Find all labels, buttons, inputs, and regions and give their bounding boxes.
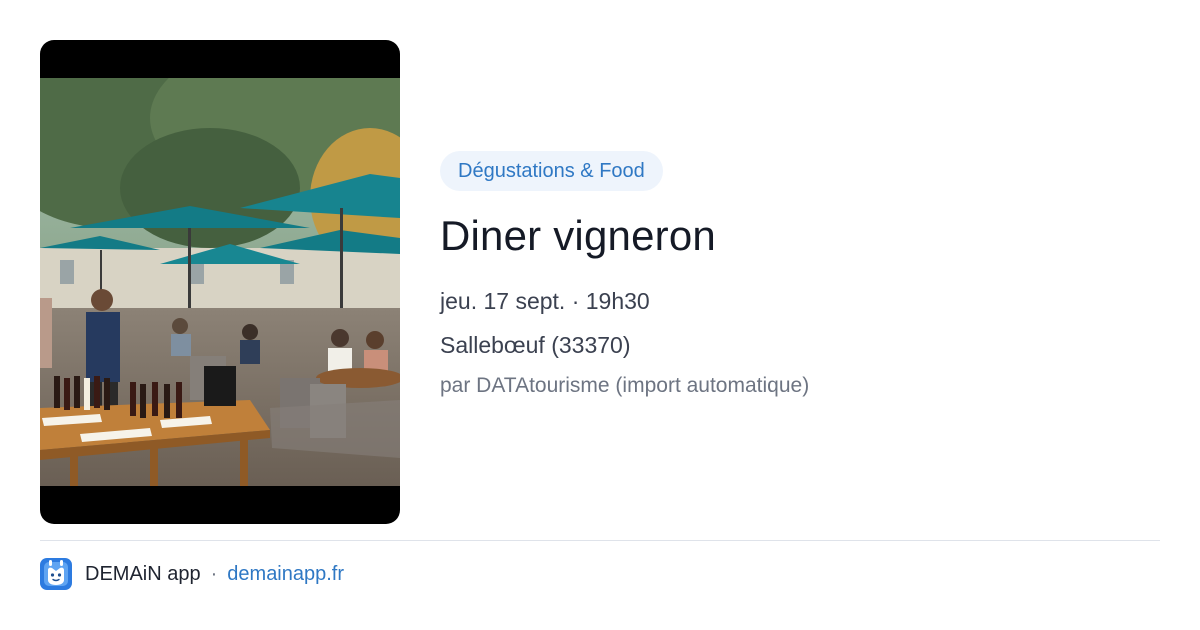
app-name: DEMAiN app (85, 562, 201, 585)
footer: DEMAiN app · demainapp.fr (40, 558, 344, 590)
event-details: Dégustations & Food Diner vigneron jeu. … (440, 151, 1160, 400)
event-image (40, 40, 400, 524)
event-photo (40, 78, 400, 486)
event-title: Diner vigneron (440, 212, 716, 259)
category-chip[interactable]: Dégustations & Food (440, 151, 663, 191)
event-location: Sallebœuf (33370) (440, 332, 631, 358)
event-date: jeu. 17 sept. · 19h30 (440, 288, 650, 314)
app-website-link[interactable]: demainapp.fr (227, 563, 344, 586)
footer-divider (40, 540, 1160, 541)
event-source: par DATAtourisme (import automatique) (440, 374, 810, 397)
demain-app-logo-icon (40, 558, 72, 590)
footer-separator: · (210, 562, 218, 585)
